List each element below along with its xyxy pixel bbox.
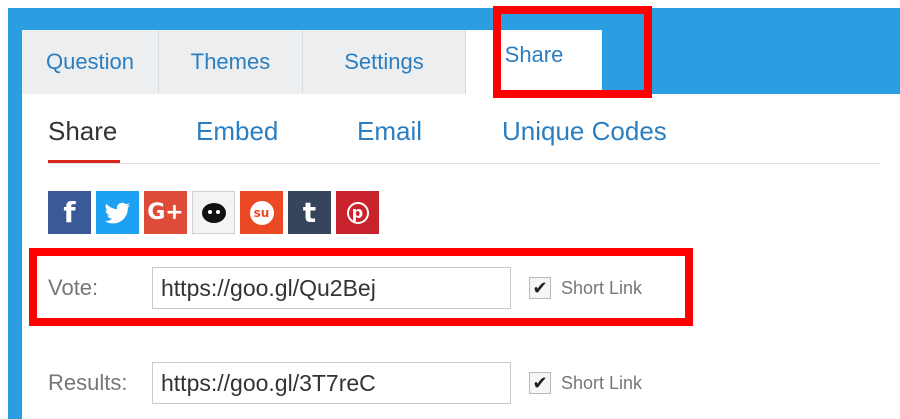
reddit-icon	[201, 202, 226, 223]
top-strip	[0, 0, 900, 8]
left-accent-bar	[8, 8, 22, 419]
subtab-share-underline	[48, 160, 120, 163]
results-label: Results:	[48, 370, 128, 395]
results-url-field[interactable]: https://goo.gl/3T7reC	[152, 362, 511, 404]
reddit-share-button[interactable]	[192, 191, 235, 234]
stumbleupon-icon: su	[249, 200, 274, 225]
vote-short-link-label: Short Link	[561, 277, 643, 298]
tab-share-label: Share	[504, 42, 564, 67]
tab-question[interactable]: Question	[22, 30, 159, 94]
tab-settings-label: Settings	[344, 49, 424, 74]
google-plus-icon: G+	[147, 200, 184, 225]
twitter-share-button[interactable]	[96, 191, 139, 234]
tab-settings[interactable]: Settings	[303, 30, 466, 94]
results-link-row: Results: https://goo.gl/3T7reC ✔ Short L…	[48, 362, 642, 404]
share-subtabs: Share Embed Email Unique Codes	[48, 108, 881, 164]
checkmark-icon: ✔	[532, 277, 548, 298]
tumblr-share-button[interactable]: t	[288, 191, 331, 234]
tab-themes-label: Themes	[190, 49, 271, 74]
tab-share[interactable]: Share	[466, 30, 602, 94]
tumblr-icon: t	[302, 196, 317, 229]
vote-url-field[interactable]: https://goo.gl/Qu2Bej	[152, 267, 511, 309]
pinterest-icon: p	[346, 201, 369, 224]
google-plus-share-button[interactable]: G+	[144, 191, 187, 234]
tab-themes[interactable]: Themes	[159, 30, 303, 94]
pinterest-glyph: p	[351, 203, 364, 222]
results-short-link-option[interactable]: ✔ Short Link	[529, 372, 642, 394]
results-short-link-label: Short Link	[561, 372, 643, 393]
stumbleupon-glyph: su	[253, 205, 270, 220]
subtab-share[interactable]: Share	[48, 116, 117, 147]
vote-short-link-checkbox[interactable]: ✔	[529, 277, 551, 299]
vote-label: Vote:	[48, 275, 99, 300]
checkmark-icon: ✔	[532, 372, 548, 393]
vote-url-value: https://goo.gl/Qu2Bej	[161, 274, 376, 301]
results-url-value: https://goo.gl/3T7reC	[161, 369, 376, 396]
subtab-email[interactable]: Email	[357, 116, 422, 147]
results-short-link-checkbox[interactable]: ✔	[529, 372, 551, 394]
pinterest-share-button[interactable]: p	[336, 191, 379, 234]
subtab-unique-codes[interactable]: Unique Codes	[502, 116, 667, 147]
subtab-share-label: Share	[48, 116, 118, 146]
vote-link-row: Vote: https://goo.gl/Qu2Bej ✔ Short Link	[48, 267, 642, 309]
facebook-icon: f	[63, 196, 76, 229]
subtab-embed[interactable]: Embed	[196, 116, 278, 147]
main-tabbar: Question Themes Settings Share	[22, 30, 602, 94]
stumbleupon-share-button[interactable]: su	[240, 191, 283, 234]
social-share-buttons: f G+ su t p	[48, 191, 379, 234]
facebook-share-button[interactable]: f	[48, 191, 91, 234]
left-rail	[0, 0, 22, 419]
vote-short-link-option[interactable]: ✔ Short Link	[529, 277, 642, 299]
subtab-unique-codes-label: Unique Codes	[502, 116, 667, 146]
subtab-embed-label: Embed	[196, 116, 279, 146]
twitter-icon	[104, 202, 130, 223]
tab-question-label: Question	[45, 49, 135, 74]
subtab-email-label: Email	[357, 116, 423, 146]
